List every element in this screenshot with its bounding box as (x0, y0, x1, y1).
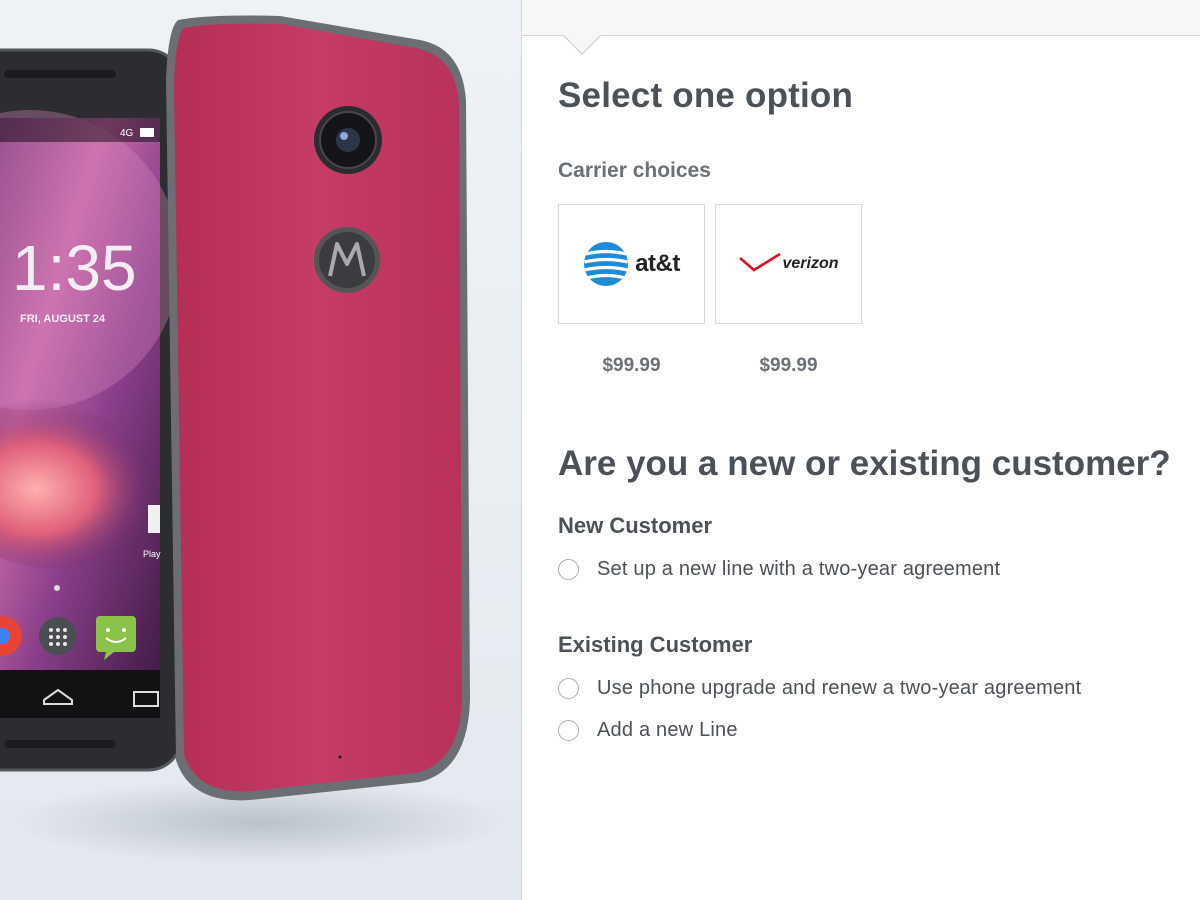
verizon-logo: verizon (738, 252, 839, 276)
verizon-price: $99.99 (759, 355, 818, 376)
radio-button[interactable] (558, 720, 579, 741)
carrier-option-verizon[interactable]: verizon (715, 204, 862, 324)
radio-button[interactable] (558, 559, 579, 580)
play-store-label: Play (143, 549, 161, 559)
att-logo-text: at&t (635, 250, 680, 277)
add-line-option[interactable]: Add a new Line (558, 719, 738, 742)
att-globe-icon (584, 242, 629, 286)
upgrade-option-label: Use phone upgrade and renew a two-year a… (597, 677, 1082, 699)
upgrade-option[interactable]: Use phone upgrade and renew a two-year a… (558, 677, 1081, 700)
carrier-choices-heading: Carrier choices (558, 159, 711, 182)
att-logo: at&t (583, 241, 680, 287)
existing-customer-heading: Existing Customer (558, 632, 753, 657)
att-price: $99.99 (602, 355, 661, 376)
lockscreen-date: FRI, AUGUST 24 (20, 313, 106, 325)
step-caret (564, 35, 600, 53)
new-line-option-label: Set up a new line with a two-year agreem… (597, 558, 1001, 580)
options-panel: Select one option Carrier choices at&t v… (522, 0, 1200, 900)
verizon-check-icon (739, 252, 782, 272)
radio-button[interactable] (558, 678, 579, 699)
new-line-option[interactable]: Set up a new line with a two-year agreem… (558, 558, 1000, 581)
add-line-option-label: Add a new Line (597, 719, 738, 741)
messenger-icon (96, 616, 136, 652)
customer-type-title: Are you a new or existing customer? (558, 444, 1171, 483)
phone-illustration: 4G 1:35 FRI, AUGUST 24 Play (0, 15, 510, 864)
carrier-option-att[interactable]: at&t (558, 204, 705, 324)
select-option-title: Select one option (558, 76, 854, 115)
network-status-text: 4G (120, 128, 134, 139)
product-image-panel: 4G 1:35 FRI, AUGUST 24 Play (0, 0, 521, 900)
lockscreen-clock: 1:35 (12, 232, 137, 304)
verizon-logo-text: verizon (782, 255, 839, 272)
top-step-bar (522, 0, 1200, 36)
new-customer-heading: New Customer (558, 513, 713, 538)
